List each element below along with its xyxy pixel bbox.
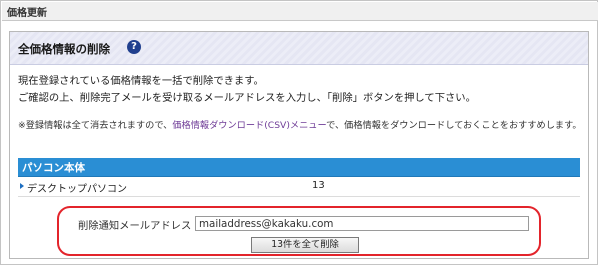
- page-title: 価格更新: [7, 8, 47, 19]
- panel-header: 全価格情報の削除 ?: [10, 32, 588, 65]
- section-title: パソコン本体: [22, 162, 85, 174]
- csv-download-link[interactable]: 価格情報ダウンロード(CSV)メニュー: [172, 120, 326, 131]
- panel-title: 全価格情報の削除: [18, 42, 110, 56]
- warning-note: ※登録情報は全て消去されますので、価格情報ダウンロード(CSV)メニューで、価格…: [18, 118, 584, 134]
- row-count: 13: [312, 180, 325, 191]
- delete-price-panel: 全価格情報の削除 ? 現在登録されている価格情報を一括で削除できます。 ご確認の…: [9, 31, 589, 259]
- description-line-2: ご確認の上、削除完了メールを受け取るメールアドレスを入力し、「削除」ボタンを押し…: [18, 92, 476, 104]
- arrow-right-icon: [20, 183, 24, 189]
- delete-form-highlight: 削除通知メールアドレス 13件を全て削除: [57, 206, 541, 256]
- question-icon[interactable]: ?: [127, 40, 141, 54]
- delete-all-button[interactable]: 13件を全て削除: [251, 237, 359, 253]
- section-header: パソコン本体: [18, 158, 580, 177]
- email-label: 削除通知メールアドレス: [78, 220, 192, 232]
- description-line-1: 現在登録されている価格情報を一括で削除できます。: [18, 75, 264, 87]
- table-row: デスクトップパソコン 13: [18, 177, 580, 197]
- note-suffix: で、価格情報をダウンロードしておくことをおすすめします。: [326, 120, 582, 131]
- row-category-name: デスクトップパソコン: [27, 184, 127, 195]
- note-prefix: ※登録情報は全て消去されますので、: [18, 120, 173, 131]
- page-header: 価格更新: [2, 2, 598, 21]
- email-input[interactable]: [195, 216, 529, 231]
- page-frame: 価格更新 全価格情報の削除 ? 現在登録されている価格情報を一括で削除できます。…: [0, 0, 598, 265]
